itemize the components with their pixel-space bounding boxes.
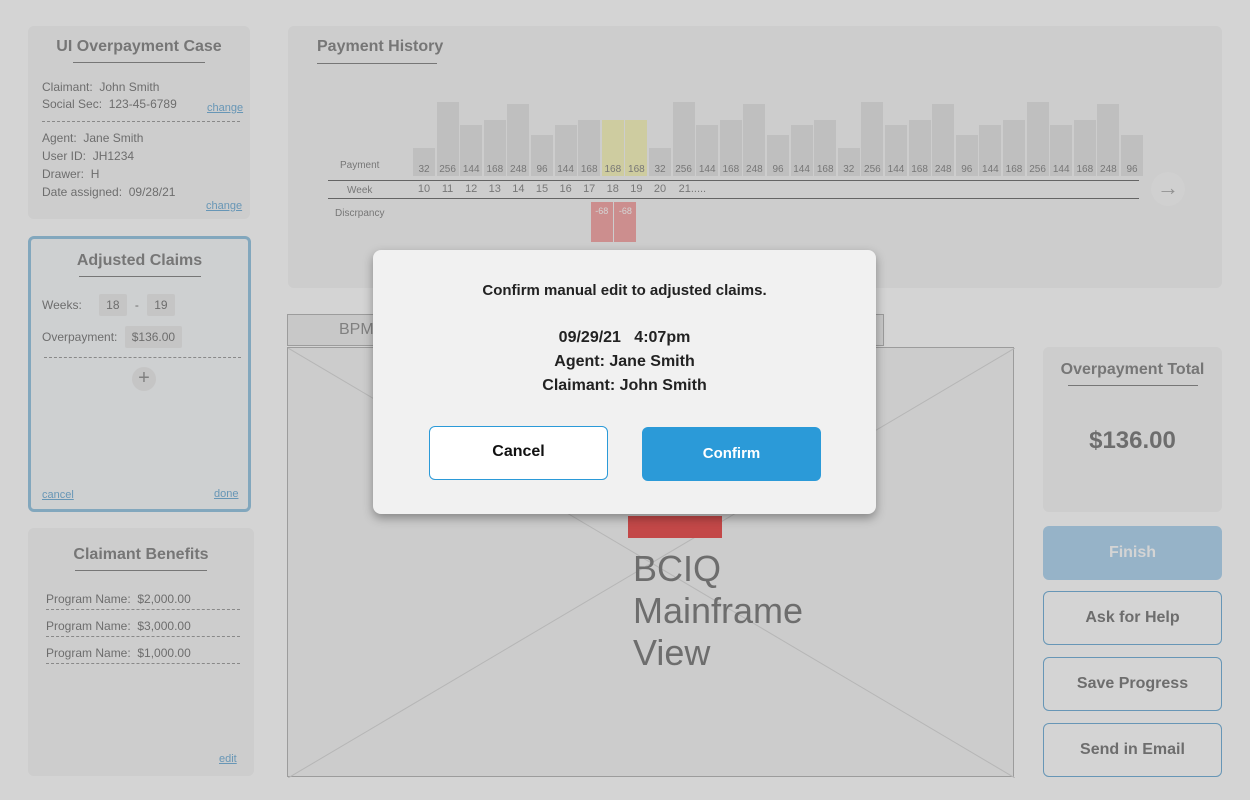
confirm-dialog: Confirm manual edit to adjusted claims. … (373, 250, 876, 514)
dialog-title: Confirm manual edit to adjusted claims. (482, 282, 767, 299)
dialog-datetime: 09/29/21 4:07pm (558, 329, 691, 346)
dialog-claimant: Claimant: John Smith (542, 377, 707, 394)
confirm-button[interactable]: Confirm (642, 427, 821, 481)
dialog-agent: Agent: Jane Smith (554, 353, 695, 370)
cancel-button[interactable]: Cancel (429, 426, 608, 480)
